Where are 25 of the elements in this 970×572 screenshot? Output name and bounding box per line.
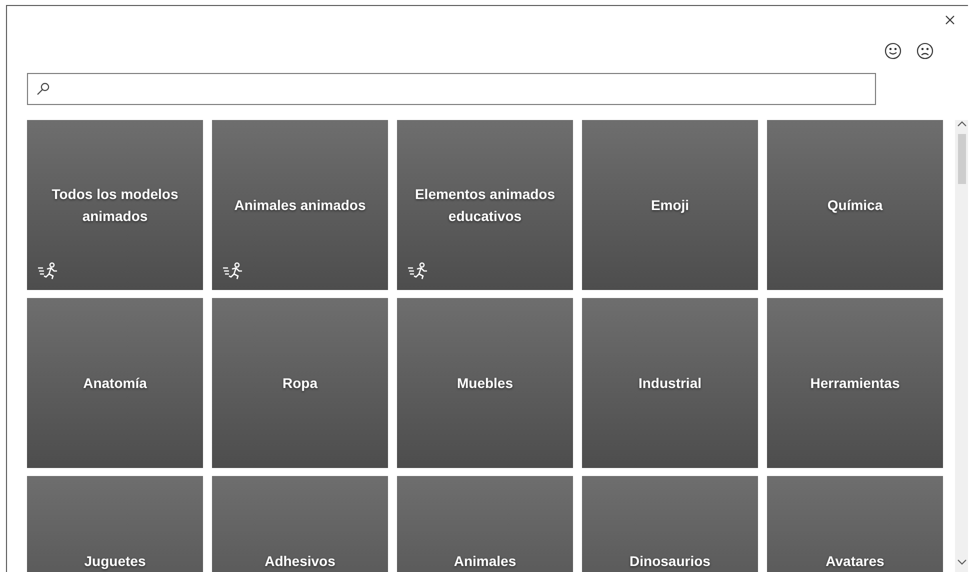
- feedback-button[interactable]: [884, 42, 902, 60]
- search-field[interactable]: [27, 73, 876, 105]
- search-icon: [36, 82, 50, 96]
- category-tile[interactable]: Avatares: [767, 476, 943, 572]
- category-tile[interactable]: Todos los modelos animados: [27, 120, 203, 290]
- scroll-down-icon: [956, 558, 966, 566]
- smiley-face-icon: [884, 42, 902, 60]
- scrollbar-thumb[interactable]: [958, 134, 966, 184]
- close-icon: [945, 15, 955, 25]
- category-tile[interactable]: Animales animados: [212, 120, 388, 290]
- category-tile[interactable]: Herramientas: [767, 298, 943, 468]
- category-tile[interactable]: Química: [767, 120, 943, 290]
- scrollbar[interactable]: [955, 120, 968, 572]
- feedback-button[interactable]: [916, 42, 934, 60]
- category-tile[interactable]: Ropa: [212, 298, 388, 468]
- category-tile[interactable]: Dinosaurios: [582, 476, 758, 572]
- category-tile[interactable]: Elementos animados educativos: [397, 120, 573, 290]
- category-tile[interactable]: Emoji: [582, 120, 758, 290]
- category-tile[interactable]: Industrial: [582, 298, 758, 468]
- frowning-face-icon: [916, 42, 934, 60]
- category-tile[interactable]: Anatomía: [27, 298, 203, 468]
- category-tile[interactable]: Juguetes: [27, 476, 203, 572]
- category-tile[interactable]: Muebles: [397, 298, 573, 468]
- category-tile[interactable]: Animales: [397, 476, 573, 572]
- category-tile[interactable]: Adhesivos: [212, 476, 388, 572]
